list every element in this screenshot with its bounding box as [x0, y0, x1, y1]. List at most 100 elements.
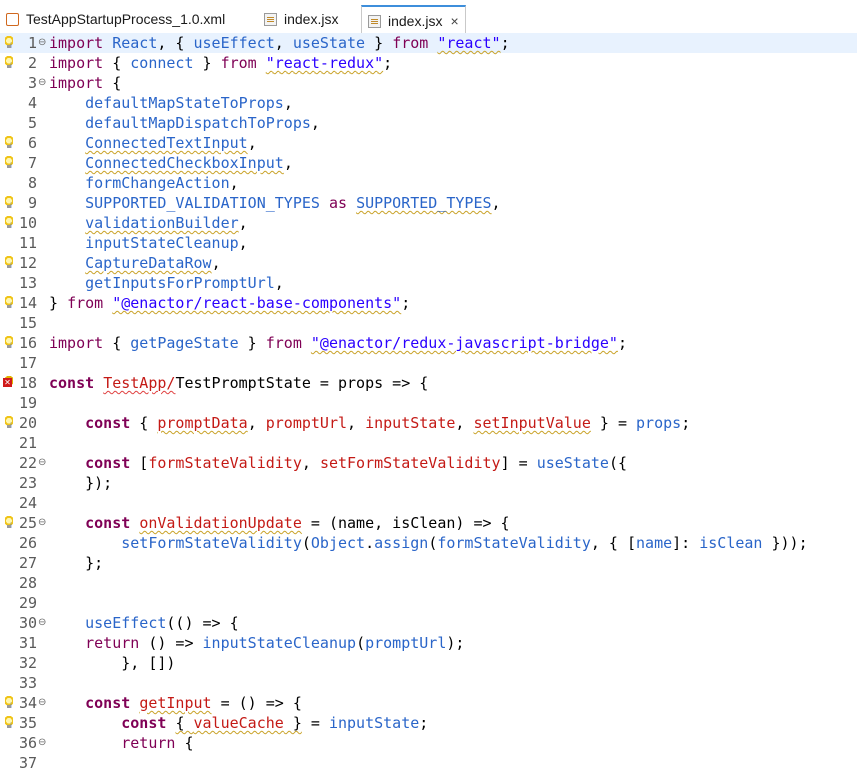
code-token: = () => { [211, 694, 302, 712]
code-token: inputState [328, 714, 420, 732]
line-number: 14 [18, 294, 37, 312]
code-line[interactable]: i 10 validationBuilder, [0, 213, 857, 233]
code-line[interactable]: i 25 ⊖ const onValidationUpdate = (name, i… [0, 513, 857, 533]
code-token: , [455, 414, 474, 432]
code-token: = [301, 714, 329, 732]
code-line[interactable]: 5 defaultMapDispatchToProps, [0, 113, 857, 133]
code-line[interactable]: 18 const TestApp/TestPromptState = props … [0, 373, 857, 393]
code-text: return { [49, 733, 193, 753]
code-token: formStateValidity [148, 454, 302, 472]
fold-toggle-icon[interactable]: ⊖ [38, 613, 46, 633]
code-token: . [365, 534, 375, 552]
line-number: 17 [18, 354, 37, 372]
code-token: } = [590, 414, 637, 432]
code-token: , [301, 454, 320, 472]
code-token: defaultMapDispatchToProps [85, 114, 311, 132]
xml-file-icon [6, 12, 19, 26]
fold-toggle-icon[interactable]: ⊖ [38, 733, 46, 753]
code-line[interactable]: 15 [0, 313, 857, 333]
code-line[interactable]: 13 getInputsForPromptUrl, [0, 273, 857, 293]
code-line[interactable]: i7 ConnectedCheckboxInput, [0, 153, 857, 173]
code-line[interactable]: 19 [0, 393, 857, 413]
line-number: 5 [27, 114, 37, 132]
code-line[interactable]: 36 ⊖ return { [0, 733, 857, 753]
code-token: ; [617, 334, 627, 352]
code-line[interactable]: 26 setFormStateValidity(Object.assign(fo… [0, 533, 857, 553]
code-line[interactable]: i 35 const { valueCache } = inputState; [0, 713, 857, 733]
tab-index-jsx-active[interactable]: index.jsx × [361, 5, 466, 35]
line-number: 29 [18, 594, 37, 612]
code-token: ConnectedTextInput [85, 134, 248, 152]
code-token: SUPPORTED_VALIDATION_TYPES [85, 194, 320, 212]
code-token: inputStateCleanup [202, 634, 357, 652]
close-tab-icon[interactable]: × [450, 13, 458, 29]
code-line[interactable]: 37 [0, 753, 857, 773]
code-token: ); [446, 634, 465, 652]
fold-toggle-icon[interactable]: ⊖ [38, 513, 46, 533]
code-token: { [103, 74, 122, 92]
code-line[interactable]: i 2 import { connect } from "react-redux"; [0, 53, 857, 73]
code-line[interactable]: 32 }, []) [0, 653, 857, 673]
code-token: ; [500, 34, 510, 52]
line-number: 35 [18, 714, 37, 732]
code-token: ]: [672, 534, 700, 552]
code-line[interactable]: 24 [0, 493, 857, 513]
code-text: return () => inputStateCleanup(promptUrl… [49, 633, 464, 653]
code-text: const { valueCache } = inputState; [49, 713, 428, 733]
code-text: }; [49, 553, 103, 573]
fold-toggle-icon[interactable]: ⊖ [38, 693, 46, 713]
code-line[interactable]: 29 [0, 593, 857, 613]
code-line[interactable]: i6 ConnectedTextInput, [0, 133, 857, 153]
code-text: const TestApp/TestPromptState = props =>… [49, 373, 428, 393]
code-line[interactable]: 33 [0, 673, 857, 693]
fold-toggle-icon[interactable]: ⊖ [38, 73, 46, 93]
code-token: ({ [608, 454, 627, 472]
code-line[interactable]: 23 }); [0, 473, 857, 493]
code-token: { [103, 334, 131, 352]
code-token: } [283, 714, 302, 732]
tab-label: index.jsx [284, 11, 339, 27]
code-line[interactable]: 22 ⊖ const [formStateValidity, setFormSta… [0, 453, 857, 473]
tab-testappstartupprocess-xml[interactable]: TestAppStartupProcess_1.0.xml [6, 6, 225, 32]
code-line[interactable]: 4 defaultMapStateToProps, [0, 93, 857, 113]
code-editor[interactable]: i 1 ⊖ import React, { useEffect, useState }… [0, 33, 857, 772]
code-token: promptUrl [365, 634, 447, 652]
code-line[interactable]: 21 [0, 433, 857, 453]
code-token: const [85, 454, 131, 472]
code-line[interactable]: 31 return () => inputStateCleanup(prompt… [0, 633, 857, 653]
code-line[interactable]: i 20 const { promptData, promptUrl, input… [0, 413, 857, 433]
fold-toggle-icon[interactable]: ⊖ [38, 33, 46, 53]
code-token: import [49, 34, 104, 52]
code-token: formChangeAction [85, 174, 230, 192]
code-token: isClean [699, 534, 763, 552]
code-line[interactable]: i9 SUPPORTED_VALIDATION_TYPES as SUPPORT… [0, 193, 857, 213]
code-line[interactable]: 8 formChangeAction, [0, 173, 857, 193]
code-line[interactable]: i 34 ⊖ const getInput = () => { [0, 693, 857, 713]
code-line[interactable]: 3 ⊖ import { [0, 73, 857, 93]
tab-index-jsx-1[interactable]: index.jsx [264, 6, 338, 32]
code-token: = (name, isClean) => { [301, 514, 510, 532]
code-line[interactable]: 27 }; [0, 553, 857, 573]
fold-toggle-icon[interactable]: ⊖ [38, 453, 46, 473]
line-number: 23 [18, 474, 37, 492]
code-token: }); [49, 474, 113, 492]
code-line[interactable]: i 1 ⊖ import React, { useEffect, useState }… [0, 33, 857, 53]
code-line[interactable]: 11 inputStateCleanup, [0, 233, 857, 253]
jsx-file-icon [264, 12, 277, 26]
code-line[interactable]: i 12 CaptureDataRow, [0, 253, 857, 273]
code-line[interactable]: 17 [0, 353, 857, 373]
code-line[interactable]: 30 ⊖ useEffect(() => { [0, 613, 857, 633]
code-token: setInputValue [473, 414, 591, 432]
code-line[interactable]: 28 [0, 573, 857, 593]
code-line[interactable]: i 14} from "@enactor/react-base-component… [0, 293, 857, 313]
code-token: }, []) [49, 654, 176, 672]
line-number: 27 [18, 554, 37, 572]
code-token: formStateValidity [437, 534, 591, 552]
code-token: } [238, 334, 266, 352]
code-line[interactable]: i 16 import { getPageState } from "@enacto… [0, 333, 857, 353]
